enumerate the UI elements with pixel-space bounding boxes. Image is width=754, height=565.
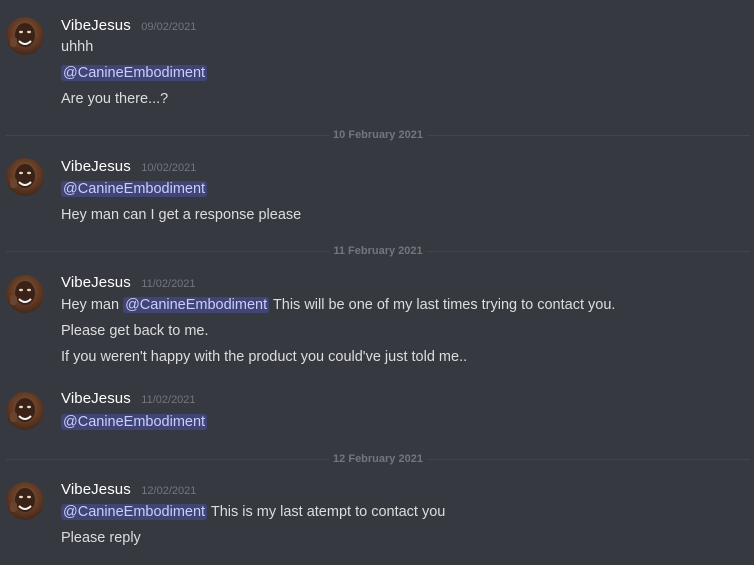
username[interactable]: VibeJesus	[61, 274, 131, 291]
message-text: Hey man can I get a response please	[61, 207, 302, 223]
date-divider: 12 February 2021	[6, 453, 750, 466]
message-text: This will be one of my last times trying…	[269, 297, 616, 313]
message-text: This is my last atempt to contact you	[207, 504, 446, 520]
message-text: uhhh	[61, 39, 94, 55]
message-line: @CanineEmbodiment This is my last atempt…	[61, 502, 445, 522]
user-mention[interactable]: @CanineEmbodiment	[61, 414, 208, 430]
avatar[interactable]	[6, 158, 44, 196]
message-text: Please reply	[61, 530, 141, 546]
message-line: @CanineEmbodiment	[61, 179, 208, 199]
avatar[interactable]	[6, 17, 44, 55]
date-divider-label: 11 February 2021	[329, 245, 427, 258]
chat-message-list[interactable]: VibeJesus 09/02/2021 uhhh @CanineEmbodim…	[0, 0, 754, 565]
message-text: If you weren't happy with the product yo…	[61, 349, 468, 365]
user-mention[interactable]: @CanineEmbodiment	[61, 504, 208, 520]
message-header: VibeJesus 12/02/2021	[61, 481, 196, 499]
user-mention[interactable]: @CanineEmbodiment	[123, 297, 270, 313]
username[interactable]: VibeJesus	[61, 481, 131, 498]
username[interactable]: VibeJesus	[61, 158, 131, 175]
avatar[interactable]	[6, 392, 44, 430]
timestamp: 11/02/2021	[141, 394, 196, 406]
message-text: Are you there...?	[61, 91, 169, 107]
message-text: Hey man	[61, 297, 124, 313]
timestamp: 12/02/2021	[141, 485, 197, 497]
avatar[interactable]	[6, 275, 44, 313]
message-line: Hey man @CanineEmbodiment This will be o…	[61, 295, 615, 315]
username[interactable]: VibeJesus	[61, 390, 131, 407]
user-mention[interactable]: @CanineEmbodiment	[61, 181, 208, 197]
message-line: @CanineEmbodiment	[61, 63, 208, 83]
username[interactable]: VibeJesus	[61, 17, 131, 34]
message-line: @CanineEmbodiment	[61, 412, 208, 432]
timestamp: 09/02/2021	[141, 21, 197, 33]
message-text: Please get back to me.	[61, 323, 209, 339]
message-header: VibeJesus 09/02/2021	[61, 17, 196, 35]
avatar[interactable]	[6, 482, 44, 520]
message-header: VibeJesus 10/02/2021	[61, 158, 196, 176]
date-divider: 11 February 2021	[6, 245, 750, 258]
timestamp: 10/02/2021	[141, 162, 197, 174]
timestamp: 11/02/2021	[141, 278, 196, 290]
message-header: VibeJesus 11/02/2021	[61, 274, 196, 292]
date-divider-label: 10 February 2021	[329, 129, 427, 142]
date-divider: 10 February 2021	[6, 129, 750, 142]
message-header: VibeJesus 11/02/2021	[61, 390, 196, 408]
user-mention[interactable]: @CanineEmbodiment	[61, 65, 208, 81]
date-divider-label: 12 February 2021	[329, 453, 427, 466]
